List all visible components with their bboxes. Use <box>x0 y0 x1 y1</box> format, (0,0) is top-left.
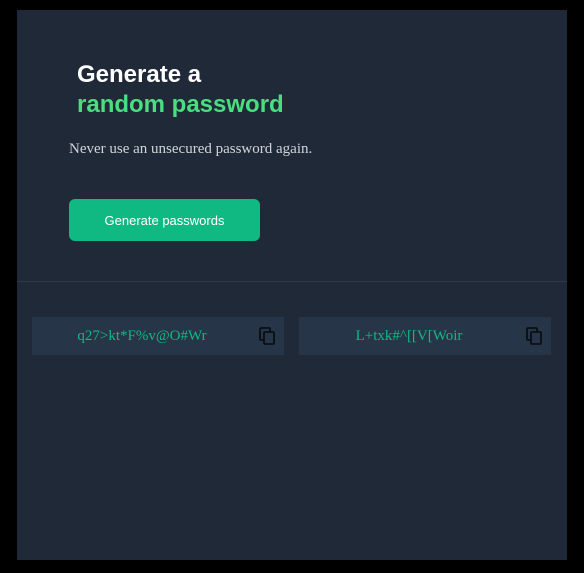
page-title: Generate a random password <box>77 60 284 120</box>
password-field-2[interactable]: L+txk#^[[V[Woir <box>299 317 551 355</box>
generate-passwords-button[interactable]: Generate passwords <box>69 199 260 241</box>
generator-card: Generate a random password Never use an … <box>17 10 567 560</box>
password-value-1[interactable]: q27>kt*F%v@O#Wr <box>32 317 252 355</box>
password-field-1[interactable]: q27>kt*F%v@O#Wr <box>32 317 284 355</box>
password-value-2[interactable]: L+txk#^[[V[Woir <box>299 317 519 355</box>
copy-icon[interactable] <box>526 327 542 345</box>
subtitle: Never use an unsecured password again. <box>69 141 313 157</box>
title-line-2: random password <box>77 91 284 118</box>
copy-icon[interactable] <box>259 327 275 345</box>
title-line-1: Generate a <box>77 61 202 88</box>
section-divider <box>17 281 567 282</box>
